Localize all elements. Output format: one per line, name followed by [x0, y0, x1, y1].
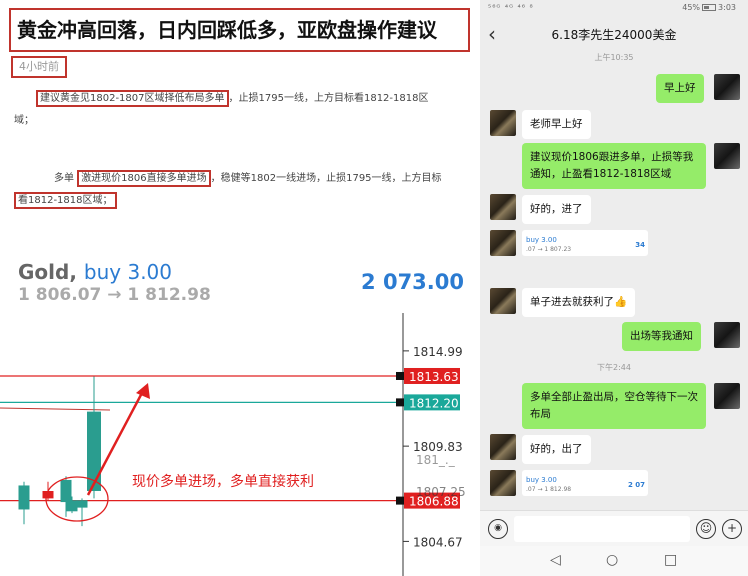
signal-icons: ⁵⁶ᴳ ⁴ᴳ ⁴⁶ ⁸ — [488, 3, 534, 12]
price-marker — [396, 398, 404, 407]
message-in[interactable]: 老师早上好 — [522, 110, 591, 139]
price-marker — [396, 496, 404, 505]
partial-tick-label: 1807.25 — [416, 485, 466, 499]
candle-body — [66, 500, 78, 512]
avatar[interactable] — [490, 230, 516, 256]
advice-text-1: ，止损1795一线，上方目标看1812-1818区 — [228, 93, 429, 104]
status-right: 45% 3:03 — [682, 3, 736, 12]
card-amount: 34 — [635, 241, 645, 249]
chart-svg: 1813.631812.201806.881814.991809.831804.… — [0, 313, 466, 576]
card-line-2: .07 → 1 807.23 — [526, 246, 572, 253]
price-badge-label: 1812.20 — [409, 396, 459, 410]
y-tick-label: 1814.99 — [413, 345, 463, 359]
article-panel: 黄金冲高回落，日内回踩低多，亚欧盘操作建议 4小时前 建议黄金见1802-180… — [0, 0, 480, 576]
status-bar: ⁵⁶ᴳ ⁴ᴳ ⁴⁶ ⁸ 45% 3:03 — [480, 0, 748, 16]
advice-paragraph-2: 多单 激进现价1806直接多单进场 ，稳健等1802一线进场，止损1795一线，上… — [14, 168, 464, 212]
message-out[interactable]: 早上好 — [656, 74, 704, 103]
avatar[interactable] — [490, 288, 516, 314]
message-in[interactable]: 好的，进了 — [522, 195, 591, 224]
profit-arrow-head — [136, 383, 150, 399]
advice-paragraph-1: 建议黄金见1802-1807区域择低布局多单 ，止损1795一线，上方目标看181… — [14, 88, 464, 132]
avatar[interactable] — [490, 194, 516, 220]
trade-screenshot-card[interactable]: buy 3.00 .07 → 1 807.23 34 — [522, 230, 648, 256]
chart-marks: 1813.631812.201806.881814.991809.831804.… — [0, 345, 463, 549]
price-marker — [396, 371, 404, 380]
avatar[interactable] — [714, 74, 740, 100]
input-bar: ◉ ☺ + — [480, 510, 748, 546]
advice-highlight-3: 看1812-1818区域； — [14, 192, 117, 209]
android-nav-bar: ◁ ○ □ — [480, 546, 748, 576]
chat-titlebar: ‹ 6.18李先生24000美金 — [480, 18, 748, 52]
message-out[interactable]: 出场等我通知 — [622, 322, 701, 351]
message-out[interactable]: 建议现价1806跟进多单，止损等我通知，止盈看1812-1818区域 — [522, 143, 706, 189]
avatar[interactable] — [490, 470, 516, 496]
trade-symbol-text: Gold, — [18, 260, 77, 284]
advice-highlight-1: 建议黄金见1802-1807区域择低布局多单 — [36, 90, 229, 107]
trade-symbol: Gold, buy 3.00 — [18, 260, 172, 284]
nav-home-icon[interactable]: ○ — [606, 552, 618, 568]
avatar[interactable] — [490, 110, 516, 136]
chart-annotation: 现价多单进场，多单直接获利 — [132, 473, 314, 489]
advice-text-2: ，稳健等1802一线进场，止损1795一线，上方目标 — [210, 173, 442, 184]
card-line-1: buy 3.00 — [526, 236, 557, 244]
nav-back-icon[interactable]: ◁ — [550, 552, 561, 568]
clock: 3:03 — [718, 3, 736, 12]
y-tick-label: 1804.67 — [413, 535, 463, 549]
chat-title: 6.18李先生24000美金 — [551, 28, 677, 42]
message-in[interactable]: 好的，出了 — [522, 435, 591, 464]
avatar[interactable] — [714, 322, 740, 348]
trade-screenshot-card[interactable]: buy 3.00 .07 → 1 812.98 2 07 — [522, 470, 648, 496]
battery-icon — [702, 4, 717, 11]
card-amount: 2 07 — [627, 481, 645, 489]
advice-text-1b: 域； — [14, 115, 34, 126]
trade-price: 2 073.00 — [361, 270, 464, 294]
voice-icon[interactable]: ◉ — [488, 519, 508, 539]
trade-action: buy 3.00 — [83, 260, 173, 284]
message-input[interactable] — [514, 516, 690, 542]
message-out[interactable]: 多单全部止盈出局，空仓等待下一次布局 — [522, 383, 706, 429]
time-ago: 4小时前 — [11, 56, 67, 78]
message-in[interactable]: 单子进去就获利了👍 — [522, 288, 636, 317]
timestamp-2: 下午2:44 — [597, 363, 631, 372]
article-headline: 黄金冲高回落，日内回踩低多，亚欧盘操作建议 — [9, 8, 470, 52]
avatar[interactable] — [714, 383, 740, 409]
price-badge-label: 1813.63 — [409, 370, 459, 384]
advice-highlight-2: 激进现价1806直接多单进场 — [77, 170, 211, 187]
nav-recent-icon[interactable]: □ — [664, 552, 677, 568]
avatar[interactable] — [490, 434, 516, 460]
timestamp-1: 上午10:35 — [594, 53, 634, 62]
emoji-icon[interactable]: ☺ — [696, 519, 716, 539]
card-line-1: buy 3.00 — [526, 476, 557, 484]
price-chart: 1813.63 1812.20 1806.88 1814.99 1809.83 1804.… — [0, 313, 480, 576]
advice-prefix-2: 多单 — [54, 173, 74, 184]
candle-body — [60, 479, 72, 503]
entry-circle — [45, 476, 109, 522]
partial-tick-label-2: 181_._ — [416, 453, 456, 467]
trade-range: 1 806.07 → 1 812.98 — [18, 285, 211, 305]
chat-panel: ⁵⁶ᴳ ⁴ᴳ ⁴⁶ ⁸ 45% 3:03 ‹ 6.18李先生24000美金 上午1… — [480, 0, 748, 576]
battery-percent: 45% — [682, 3, 701, 12]
card-line-2: .07 → 1 812.98 — [526, 486, 572, 493]
candle-body — [18, 485, 30, 510]
plus-icon[interactable]: + — [722, 519, 742, 539]
avatar[interactable] — [714, 143, 740, 169]
candle-body — [76, 500, 88, 508]
